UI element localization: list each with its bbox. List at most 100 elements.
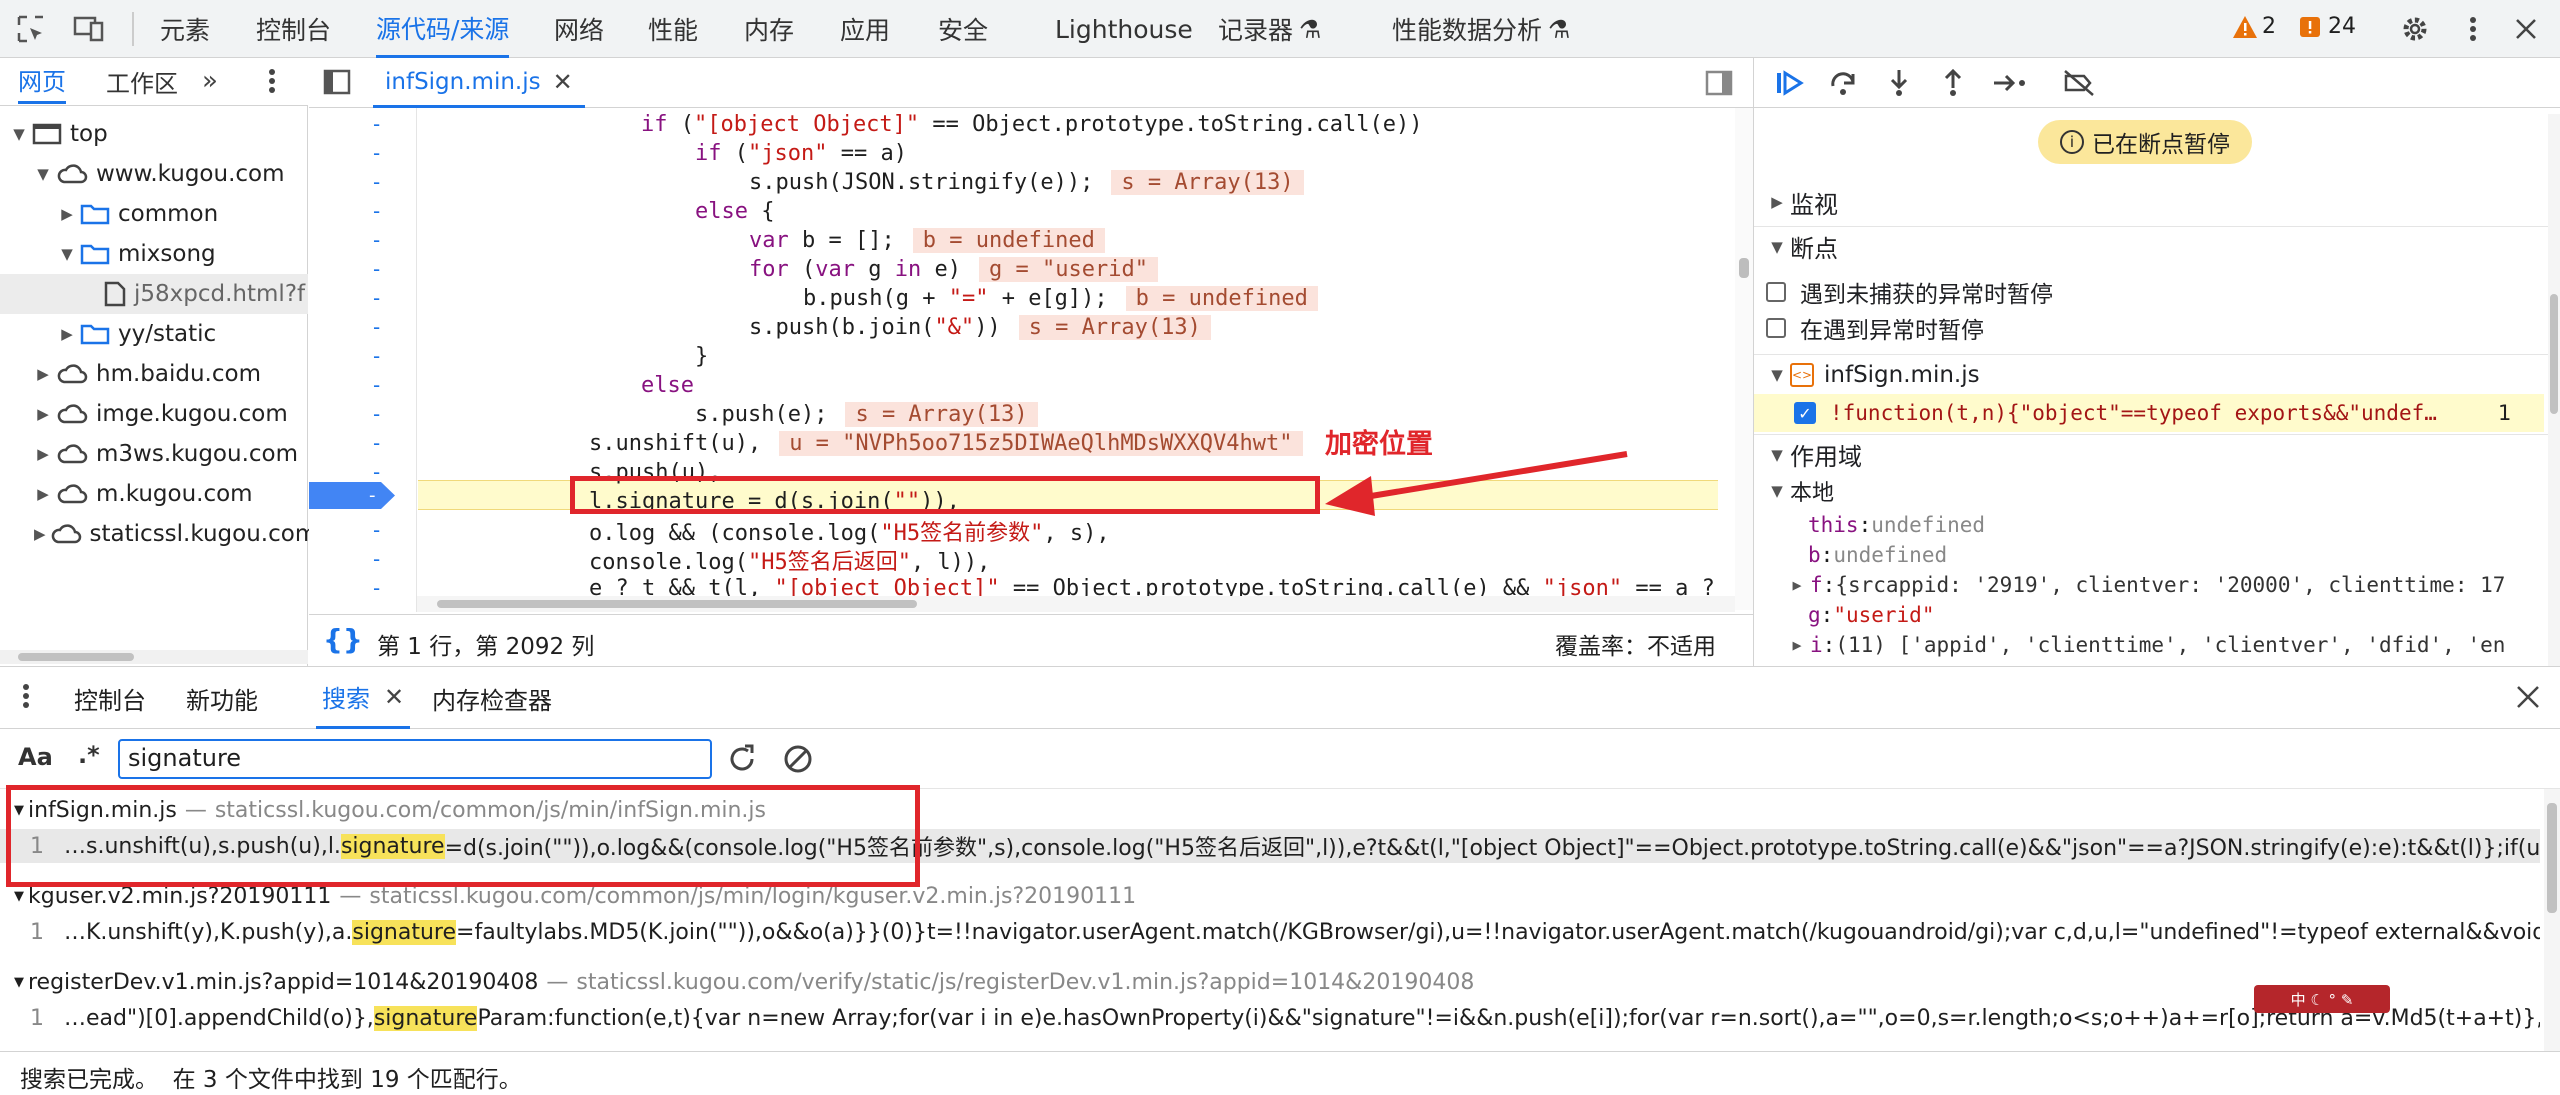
- tree-item[interactable]: ▶ yy/static: [0, 314, 308, 354]
- expanded-arrow-icon[interactable]: ▼: [10, 125, 28, 143]
- resume-icon[interactable]: [1774, 68, 1804, 102]
- code-line[interactable]: b.push(g + "=" + e[g]); b = undefined: [803, 284, 1318, 313]
- match-case-toggle[interactable]: Aa: [18, 743, 53, 771]
- line-marker[interactable]: -: [373, 170, 380, 199]
- code-line[interactable]: var b = []; b = undefined: [749, 226, 1105, 255]
- scope-variable[interactable]: ▶ i: (11) ['appid', 'clienttime', 'client…: [1754, 630, 2554, 660]
- vertical-scrollbar[interactable]: [2548, 114, 2560, 666]
- collapsed-arrow-icon[interactable]: ▶: [34, 445, 52, 463]
- tree-item[interactable]: ▼ mixsong: [0, 234, 308, 274]
- expanded-arrow-icon[interactable]: ▼: [14, 975, 24, 990]
- scope-variable[interactable]: this: undefined: [1754, 510, 2554, 540]
- tab-workspace[interactable]: 工作区: [106, 58, 178, 104]
- pause-uncaught-row[interactable]: 遇到未捕获的异常时暂停: [1754, 272, 2053, 312]
- scope-variable[interactable]: b: undefined: [1754, 540, 2554, 570]
- drawer-tab-console[interactable]: 控制台: [74, 667, 146, 729]
- tab-recorder[interactable]: 记录器 ⚗: [1218, 0, 1321, 58]
- line-marker[interactable]: -: [373, 344, 380, 373]
- search-input[interactable]: signature: [118, 739, 712, 779]
- code-line[interactable]: }: [695, 342, 708, 371]
- code-line[interactable]: console.log("H5签名后返回", l)),: [589, 545, 990, 575]
- expanded-arrow-icon[interactable]: ▼: [58, 245, 76, 263]
- tab-sources[interactable]: 源代码/来源: [376, 0, 510, 58]
- collapsed-arrow-icon[interactable]: ▶: [34, 525, 46, 543]
- tab-console[interactable]: 控制台: [256, 0, 331, 58]
- tab-page[interactable]: 网页: [18, 58, 66, 104]
- line-marker[interactable]: -: [373, 402, 380, 431]
- step-out-icon[interactable]: [1938, 68, 1968, 102]
- scope-section[interactable]: ▼ 作用域: [1754, 434, 2560, 474]
- tree-item[interactable]: ▶ hm.baidu.com: [0, 354, 308, 394]
- device-toolbar-icon[interactable]: [70, 10, 108, 48]
- line-marker[interactable]: -: [373, 518, 380, 547]
- more-vertical-icon[interactable]: [268, 68, 276, 98]
- tab-network[interactable]: 网络: [554, 0, 604, 58]
- vertical-scrollbar[interactable]: [1735, 108, 1753, 610]
- clear-icon[interactable]: [782, 743, 814, 779]
- regex-toggle[interactable]: .*: [78, 741, 100, 769]
- file-tab-infsign[interactable]: infSign.min.js ✕: [373, 58, 585, 108]
- tab-performance-insights[interactable]: 性能数据分析 ⚗: [1392, 0, 1570, 58]
- toggle-debugger-icon[interactable]: [1705, 70, 1733, 100]
- more-tabs-icon[interactable]: »: [202, 66, 218, 96]
- pause-caught-checkbox[interactable]: [1766, 318, 1786, 338]
- collapsed-arrow-icon[interactable]: ▶: [58, 325, 76, 343]
- scope-variable[interactable]: ▶ f: {srcappid: '2919', clientver: '20000…: [1754, 570, 2554, 600]
- line-marker[interactable]: -: [373, 199, 380, 228]
- pause-caught-row[interactable]: 在遇到异常时暂停: [1754, 308, 1984, 348]
- expanded-arrow-icon[interactable]: ▼: [14, 889, 24, 904]
- issues-counter[interactable]: 24: [2298, 14, 2356, 39]
- line-marker[interactable]: -: [373, 141, 380, 170]
- tree-item[interactable]: ▼ top: [0, 114, 308, 154]
- line-marker[interactable]: -: [373, 431, 380, 460]
- code-line[interactable]: s.unshift(u), u = "NVPh5oo715z5DIWAeQlhMD…: [589, 429, 1303, 458]
- pretty-print-icon[interactable]: {}: [323, 623, 363, 656]
- local-scope-row[interactable]: ▼ 本地: [1754, 474, 1834, 508]
- tab-memory[interactable]: 内存: [744, 0, 794, 58]
- close-drawer-icon[interactable]: [2516, 685, 2540, 713]
- close-tab-icon[interactable]: ✕: [384, 683, 404, 711]
- close-tab-icon[interactable]: ✕: [553, 68, 573, 96]
- refresh-icon[interactable]: [726, 743, 758, 779]
- collapsed-arrow-icon[interactable]: ▶: [34, 365, 52, 383]
- tab-security[interactable]: 安全: [938, 0, 988, 58]
- tree-item[interactable]: ▶ staticssl.kugou.com: [0, 514, 317, 554]
- line-marker[interactable]: -: [373, 576, 380, 605]
- tree-item[interactable]: j58xpcd.html?f: [0, 274, 308, 314]
- tree-item[interactable]: ▼ www.kugou.com: [0, 154, 308, 194]
- gear-icon[interactable]: [2396, 10, 2434, 48]
- more-vertical-icon[interactable]: [2454, 10, 2492, 48]
- expanded-arrow-icon[interactable]: ▼: [34, 165, 52, 183]
- scope-variable[interactable]: g: "userid": [1754, 600, 2554, 630]
- code-line[interactable]: if ("json" == a): [695, 139, 907, 168]
- drawer-tab-whats-new[interactable]: 新功能: [186, 667, 258, 729]
- code-line[interactable]: s.push(b.join("&")) s = Array(13): [749, 313, 1211, 342]
- breakpoint-checkbox[interactable]: ✓: [1794, 402, 1816, 424]
- code-line[interactable]: else {: [695, 197, 774, 226]
- tab-lighthouse[interactable]: Lighthouse: [1055, 0, 1193, 58]
- code-line[interactable]: s.push(e); s = Array(13): [695, 400, 1038, 429]
- tree-item[interactable]: ▶ m3ws.kugou.com: [0, 434, 308, 474]
- collapsed-arrow-icon[interactable]: ▶: [58, 205, 76, 223]
- toggle-navigator-icon[interactable]: [323, 68, 351, 100]
- breakpoint-marker[interactable]: -: [309, 482, 395, 509]
- drawer-tab-memory-inspector[interactable]: 内存检查器: [432, 667, 552, 729]
- code-line[interactable]: if ("[object Object]" == Object.prototyp…: [641, 110, 1423, 139]
- step-icon[interactable]: [1992, 68, 2028, 102]
- step-over-icon[interactable]: [1828, 68, 1858, 102]
- collapsed-arrow-icon[interactable]: ▶: [34, 485, 52, 503]
- code-line[interactable]: else: [641, 371, 694, 400]
- line-gutter[interactable]: [309, 108, 417, 612]
- horizontal-scrollbar[interactable]: [417, 596, 1735, 612]
- tree-item[interactable]: ▶ imge.kugou.com: [0, 394, 308, 434]
- collapsed-arrow-icon[interactable]: ▶: [1788, 636, 1806, 654]
- deactivate-breakpoints-icon[interactable]: [2062, 68, 2096, 102]
- pause-uncaught-checkbox[interactable]: [1766, 282, 1786, 302]
- line-marker[interactable]: -: [373, 315, 380, 344]
- watch-section[interactable]: ▶ 监视: [1754, 182, 2560, 222]
- drawer-tab-search[interactable]: 搜索 ✕: [316, 667, 411, 729]
- result-file-header[interactable]: ▼ registerDev.v1.min.js?appid=1014&201904…: [0, 963, 2540, 1001]
- inspect-icon[interactable]: [12, 10, 50, 48]
- horizontal-scrollbar[interactable]: [0, 650, 308, 664]
- code-lines[interactable]: if ("[object Object]" == Object.prototyp…: [419, 110, 1719, 610]
